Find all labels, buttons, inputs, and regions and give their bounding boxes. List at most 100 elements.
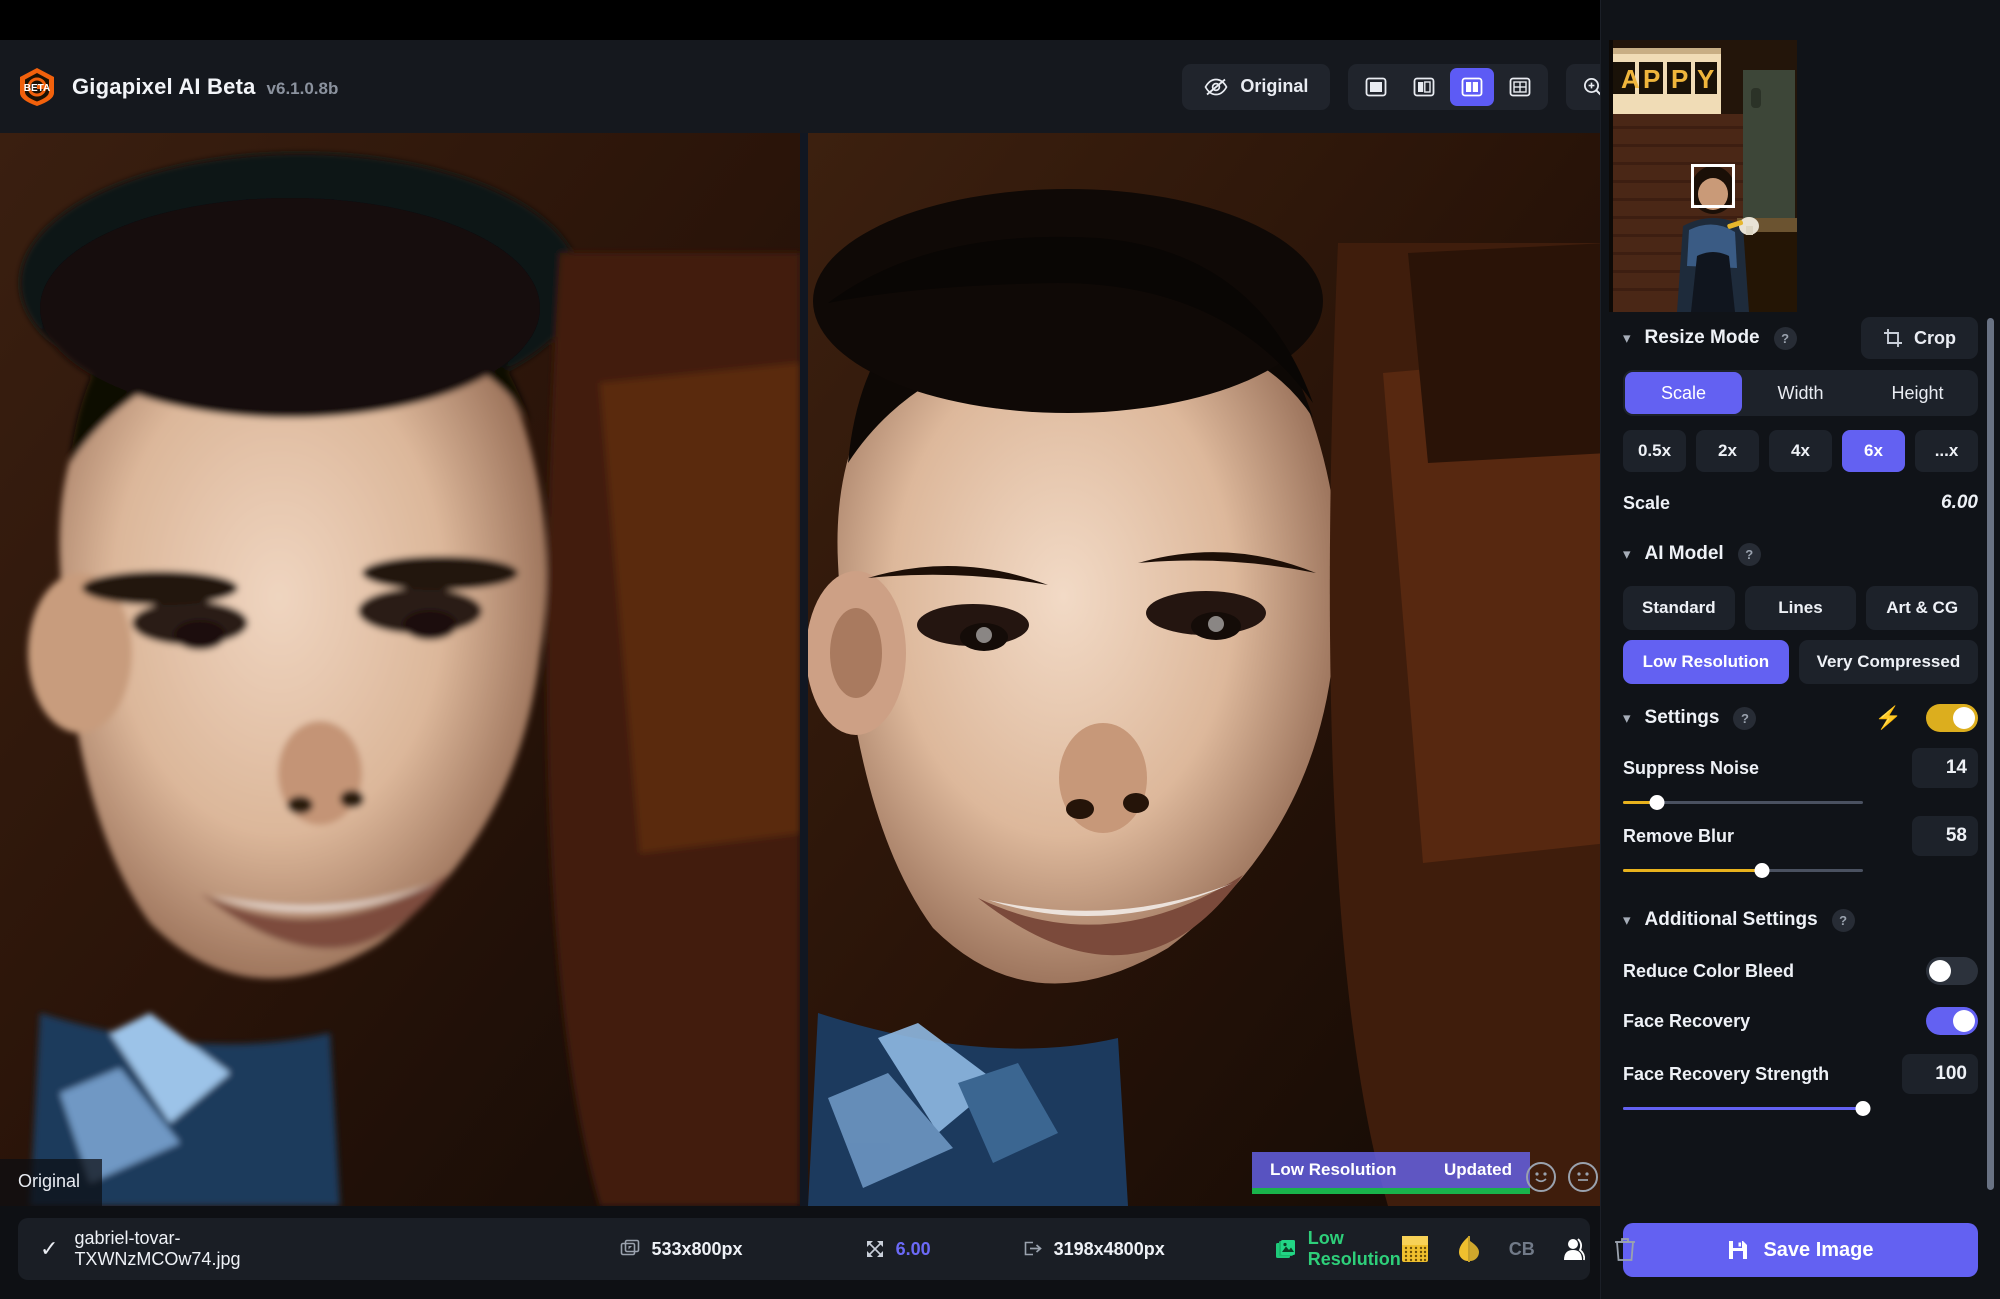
toggle-original-button[interactable]: Original bbox=[1182, 64, 1330, 110]
ai-model-lines[interactable]: Lines bbox=[1745, 586, 1857, 630]
resize-mode-scale[interactable]: Scale bbox=[1625, 372, 1742, 414]
scale-factor-value: 6.00 bbox=[896, 1239, 931, 1260]
resize-arrows-icon bbox=[865, 1239, 885, 1259]
scale-preset-row: 0.5x 2x 4x 6x ...x bbox=[1623, 430, 1978, 472]
checkmark-icon[interactable]: ✓ bbox=[40, 1236, 58, 1262]
face-recovery-strength-fill bbox=[1623, 1107, 1863, 1110]
contrast-split-icon[interactable] bbox=[1455, 1235, 1483, 1263]
resize-mode-height[interactable]: Height bbox=[1859, 372, 1976, 414]
chevron-down-icon[interactable]: ▾ bbox=[1623, 547, 1631, 562]
app-version: v6.1.0.8b bbox=[267, 79, 339, 99]
navigator-selection-box[interactable] bbox=[1691, 164, 1735, 208]
lightning-bolt-icon: ⚡ bbox=[1875, 707, 1902, 729]
ai-model-header[interactable]: ▾ AI Model ? bbox=[1623, 528, 1978, 580]
toggle-knob bbox=[1953, 1010, 1975, 1032]
help-icon[interactable]: ? bbox=[1733, 707, 1756, 730]
save-image-label: Save Image bbox=[1763, 1239, 1873, 1262]
remove-blur-knob[interactable] bbox=[1755, 863, 1770, 878]
chevron-down-icon[interactable]: ▾ bbox=[1623, 711, 1631, 726]
delete-trash-icon[interactable] bbox=[1613, 1236, 1637, 1262]
scale-factor-item: 6.00 bbox=[865, 1239, 931, 1260]
remove-blur-track[interactable] bbox=[1623, 869, 1863, 872]
right-sidebar: A P P Y bbox=[1600, 0, 2000, 1299]
remove-blur-value[interactable]: 58 bbox=[1912, 816, 1978, 856]
eye-off-icon bbox=[1204, 78, 1228, 96]
scale-value-row: Scale 6.00 bbox=[1623, 478, 1978, 528]
scale-preset-2x[interactable]: 2x bbox=[1696, 430, 1759, 472]
preview-pane[interactable]: Low Resolution Updated bbox=[808, 133, 1608, 1206]
app-header: BETA Gigapixel AI Beta v6.1.0.8b Origina… bbox=[0, 40, 1700, 133]
quad-pane-icon[interactable] bbox=[1498, 68, 1542, 106]
settings-auto-toggle[interactable] bbox=[1926, 704, 1978, 732]
help-icon[interactable]: ? bbox=[1774, 327, 1797, 350]
face-recovery-label: Face Recovery bbox=[1623, 1011, 1750, 1032]
enhanced-image bbox=[808, 133, 1608, 1206]
badge-status-label: Updated bbox=[1444, 1160, 1512, 1180]
additional-settings-header[interactable]: ▾ Additional Settings ? bbox=[1623, 894, 1978, 946]
image-size-icon bbox=[620, 1239, 640, 1259]
resize-mode-header[interactable]: ▾ Resize Mode ? Crop bbox=[1623, 312, 1978, 364]
ai-model-row-2: Low Resolution Very Compressed bbox=[1623, 640, 1978, 684]
input-size-value: 533x800px bbox=[651, 1239, 742, 1260]
navigator-thumbnail[interactable]: A P P Y bbox=[1609, 40, 1797, 312]
side-by-side-icon[interactable] bbox=[1450, 68, 1494, 106]
model-item: Low Resolution bbox=[1275, 1228, 1401, 1270]
face-recovery-strength-value[interactable]: 100 bbox=[1902, 1054, 1978, 1094]
face-recovery-strength-track[interactable] bbox=[1623, 1107, 1863, 1110]
original-pane-label: Original bbox=[0, 1159, 102, 1206]
brand: BETA Gigapixel AI Beta v6.1.0.8b bbox=[0, 66, 338, 108]
ai-model-low-resolution[interactable]: Low Resolution bbox=[1623, 640, 1789, 684]
chevron-down-icon[interactable]: ▾ bbox=[1623, 913, 1631, 928]
chevron-down-icon[interactable]: ▾ bbox=[1623, 331, 1631, 346]
settings-header[interactable]: ▾ Settings ? ⚡ bbox=[1623, 692, 1978, 744]
ai-model-very-compressed[interactable]: Very Compressed bbox=[1799, 640, 1978, 684]
reduce-color-bleed-row: Reduce Color Bleed bbox=[1623, 946, 1978, 996]
sidebar-scrollbar[interactable] bbox=[1987, 318, 1994, 1190]
resize-mode-width[interactable]: Width bbox=[1742, 372, 1859, 414]
face-recovery-toggle[interactable] bbox=[1926, 1007, 1978, 1035]
single-pane-icon[interactable] bbox=[1354, 68, 1398, 106]
suppress-noise-track[interactable] bbox=[1623, 801, 1863, 804]
model-status-badge: Low Resolution Updated bbox=[1252, 1152, 1530, 1194]
crop-icon bbox=[1883, 328, 1903, 348]
help-icon[interactable]: ? bbox=[1738, 543, 1761, 566]
suppress-noise-value[interactable]: 14 bbox=[1912, 748, 1978, 788]
remove-blur-fill bbox=[1623, 869, 1762, 872]
reduce-color-bleed-toggle[interactable] bbox=[1926, 957, 1978, 985]
toggle-knob bbox=[1929, 960, 1951, 982]
scale-preset-6x[interactable]: 6x bbox=[1842, 430, 1905, 472]
crop-button[interactable]: Crop bbox=[1861, 317, 1978, 359]
badge-model-label: Low Resolution bbox=[1270, 1160, 1397, 1180]
help-icon[interactable]: ? bbox=[1832, 909, 1855, 932]
noise-grid-icon[interactable] bbox=[1401, 1235, 1429, 1263]
original-pane[interactable]: Original bbox=[0, 133, 800, 1206]
ai-model-title: AI Model bbox=[1645, 543, 1724, 565]
face-recovery-strength-knob[interactable] bbox=[1856, 1101, 1871, 1116]
input-size-item: 533x800px bbox=[620, 1239, 742, 1260]
smiley-happy-icon[interactable] bbox=[1526, 1162, 1556, 1192]
stacked-images-icon bbox=[1275, 1238, 1297, 1260]
split-pane-icon[interactable] bbox=[1402, 68, 1446, 106]
scale-preset-4x[interactable]: 4x bbox=[1769, 430, 1832, 472]
ai-model-art-cg[interactable]: Art & CG bbox=[1866, 586, 1978, 630]
suppress-noise-knob[interactable] bbox=[1649, 795, 1664, 810]
remove-blur-label: Remove Blur bbox=[1623, 822, 1912, 847]
save-image-button[interactable]: Save Image bbox=[1623, 1223, 1978, 1277]
settings-title: Settings bbox=[1645, 707, 1720, 729]
save-disk-icon bbox=[1727, 1239, 1749, 1261]
app-root: BETA Gigapixel AI Beta v6.1.0.8b Origina… bbox=[0, 0, 2000, 1299]
model-value: Low Resolution bbox=[1308, 1228, 1401, 1270]
svg-text:A: A bbox=[1621, 64, 1640, 94]
color-bleed-cb-label[interactable]: CB bbox=[1509, 1239, 1535, 1260]
svg-text:BETA: BETA bbox=[24, 83, 50, 94]
additional-settings-title: Additional Settings bbox=[1645, 909, 1818, 931]
ai-model-row-1: Standard Lines Art & CG bbox=[1623, 586, 1978, 630]
face-recovery-person-icon[interactable] bbox=[1561, 1236, 1587, 1262]
ai-model-standard[interactable]: Standard bbox=[1623, 586, 1735, 630]
scale-preset-0.5x[interactable]: 0.5x bbox=[1623, 430, 1686, 472]
scale-preset-custom[interactable]: ...x bbox=[1915, 430, 1978, 472]
export-icon bbox=[1023, 1239, 1043, 1259]
filename-label: gabriel-tovar-TXWNzMCOw74.jpg bbox=[74, 1228, 240, 1270]
pane-divider[interactable] bbox=[800, 133, 808, 1206]
smiley-neutral-icon[interactable] bbox=[1568, 1162, 1598, 1192]
